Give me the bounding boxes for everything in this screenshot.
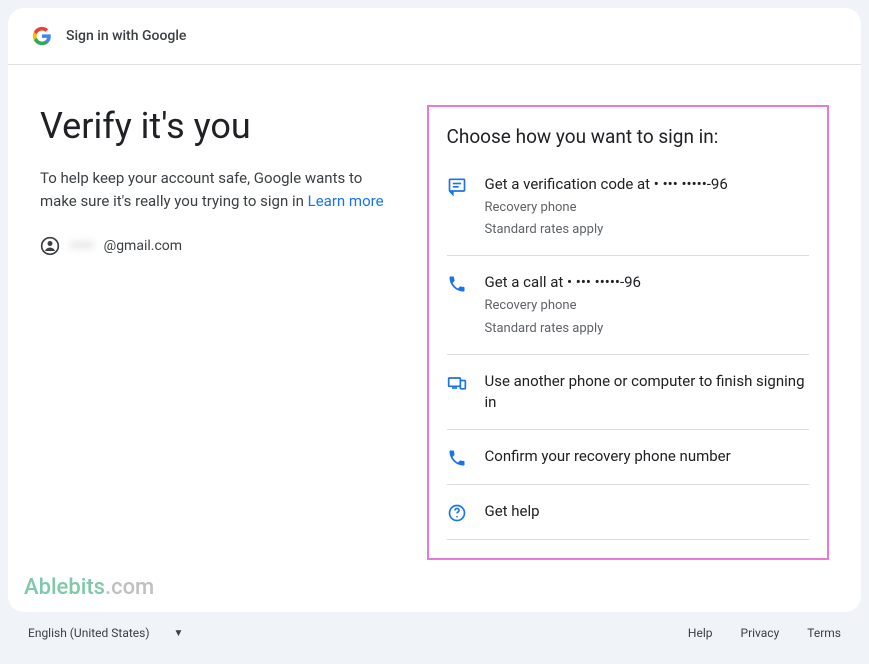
privacy-link[interactable]: Privacy [741,626,780,640]
google-logo-icon [32,26,52,46]
devices-icon [447,373,467,393]
option-title: Get a call at • ••• •••••-96 [485,272,810,293]
option-title: Get a verification code at • ••• •••••-9… [485,174,810,195]
account-domain: @gmail.com [104,238,182,254]
option-another-device[interactable]: Use another phone or computer to finish … [447,355,810,430]
option-text: Get a call at • ••• •••••-96 Recovery ph… [485,272,810,337]
option-title: Use another phone or computer to finish … [485,371,810,413]
option-title: Confirm your recovery phone number [485,446,810,467]
option-text: Get help [485,501,810,523]
signin-card: Sign in with Google Verify it's you To h… [8,8,861,612]
learn-more-link[interactable]: Learn more [308,192,384,210]
watermark: Ablebits.com [24,575,154,600]
option-get-help[interactable]: Get help [447,485,810,540]
account-chip[interactable]: ••••• @gmail.com [40,236,182,256]
terms-link[interactable]: Terms [807,626,841,640]
description-text: To help keep your account safe, Google w… [40,167,403,212]
watermark-brand: Ablebits [24,575,105,600]
phone-icon [447,274,467,294]
help-link[interactable]: Help [688,626,713,640]
header-title: Sign in with Google [66,28,186,44]
phone-icon [447,448,467,468]
help-icon [447,503,467,523]
content-area: Verify it's you To help keep your accoun… [8,65,861,580]
watermark-suffix: .com [105,575,154,600]
option-sms-code[interactable]: Get a verification code at • ••• •••••-9… [447,168,810,256]
language-selector[interactable]: English (United States) ▼ [28,626,183,640]
option-sub2: Standard rates apply [485,221,810,239]
option-text: Use another phone or computer to finish … [485,371,810,413]
footer-links: Help Privacy Terms [688,626,841,640]
option-text: Get a verification code at • ••• •••••-9… [485,174,810,239]
option-text: Confirm your recovery phone number [485,446,810,468]
account-icon [40,236,60,256]
footer: English (United States) ▼ Help Privacy T… [8,612,861,640]
message-icon [447,176,467,196]
option-title: Get help [485,501,810,522]
signin-options-panel: Choose how you want to sign in: Get a ve… [427,105,830,560]
card-header: Sign in with Google [8,8,861,65]
choose-title: Choose how you want to sign in: [447,125,810,148]
option-sub2: Standard rates apply [485,320,810,338]
caret-down-icon: ▼ [174,628,184,639]
left-panel: Verify it's you To help keep your accoun… [40,105,403,560]
option-confirm-recovery[interactable]: Confirm your recovery phone number [447,430,810,485]
option-phone-call[interactable]: Get a call at • ••• •••••-96 Recovery ph… [447,256,810,354]
option-sub1: Recovery phone [485,297,810,315]
language-label: English (United States) [28,626,150,640]
account-masked: ••••• [70,238,94,254]
page-title: Verify it's you [40,105,403,147]
option-sub1: Recovery phone [485,199,810,217]
